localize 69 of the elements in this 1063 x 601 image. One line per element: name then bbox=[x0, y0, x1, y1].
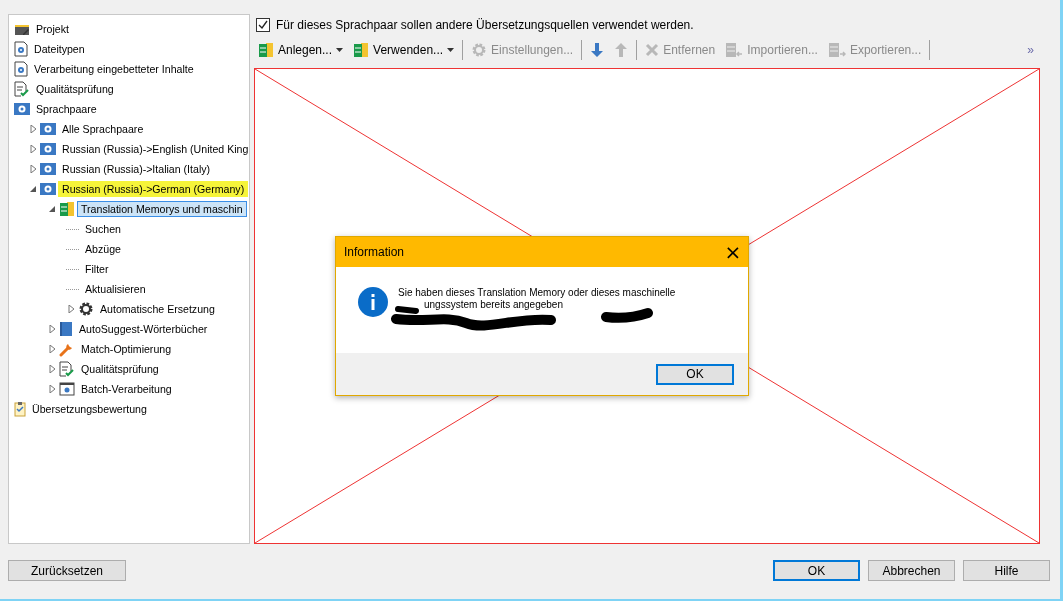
expand-arrow-icon[interactable] bbox=[30, 145, 37, 153]
collapse-arrow-icon[interactable] bbox=[30, 185, 37, 193]
gear-document-icon bbox=[14, 61, 28, 77]
tree-item[interactable]: Russian (Russia)->English (United King bbox=[58, 141, 253, 157]
x-mark-icon bbox=[645, 43, 660, 57]
reset-button[interactable]: Zurücksetzen bbox=[8, 560, 126, 581]
expand-arrow-icon[interactable] bbox=[68, 305, 75, 313]
database-arrow-icon bbox=[725, 42, 744, 58]
gear-icon bbox=[471, 42, 488, 58]
tree-item[interactable]: Filter bbox=[81, 261, 113, 277]
info-icon bbox=[358, 287, 388, 317]
wrench-icon bbox=[59, 341, 75, 357]
dialog-title: Information bbox=[344, 245, 406, 259]
caret-icon bbox=[447, 48, 455, 52]
toolbar-button[interactable]: Anlegen... bbox=[254, 40, 348, 60]
dialog-button[interactable]: Hilfe bbox=[963, 560, 1050, 581]
tree-item[interactable]: Russian (Russia)->German (Germany) bbox=[58, 181, 249, 197]
language-pair-icon bbox=[40, 163, 56, 175]
checked-document-icon bbox=[14, 81, 30, 97]
message-text: ungssystem bereits angegeben bbox=[423, 299, 564, 311]
expand-arrow-icon[interactable] bbox=[30, 165, 37, 173]
book-icon bbox=[59, 321, 73, 337]
tree-item[interactable]: Aktualisieren bbox=[81, 281, 150, 297]
tree-item[interactable]: Dateitypen bbox=[30, 41, 89, 57]
close-button[interactable]: × bbox=[718, 237, 748, 267]
gear-icon bbox=[78, 301, 94, 317]
dialog-button[interactable]: OK bbox=[773, 560, 860, 581]
tree-item[interactable]: Qualitätsprüfung bbox=[32, 81, 118, 97]
gear-document-icon bbox=[14, 41, 28, 57]
database-arrow-icon bbox=[827, 42, 846, 58]
arrow-up-icon bbox=[614, 42, 629, 58]
database-icon bbox=[258, 42, 274, 58]
expand-arrow-icon[interactable] bbox=[30, 125, 37, 133]
caret-icon bbox=[336, 48, 344, 52]
language-pair-icon bbox=[40, 143, 56, 155]
tree-item[interactable]: Verarbeitung eingebetteter Inhalte bbox=[30, 61, 198, 77]
language-pair-icon bbox=[40, 123, 56, 135]
message-text: Sie haben dieses Translation Memory oder dieses maschinelle bbox=[398, 287, 676, 299]
database-icon bbox=[59, 201, 75, 217]
tree-item[interactable]: Russian (Russia)->Italian (Italy) bbox=[58, 161, 215, 177]
ok-button[interactable]: OK bbox=[656, 363, 734, 385]
language-pair-icon bbox=[40, 183, 56, 195]
expand-arrow-icon[interactable] bbox=[49, 325, 56, 333]
tree-item[interactable]: Sprachpaare bbox=[32, 101, 101, 117]
database-icon bbox=[353, 42, 370, 58]
clipboard-icon bbox=[14, 401, 26, 417]
expand-arrow-icon[interactable] bbox=[49, 365, 56, 373]
tree-item[interactable]: Alle Sprachpaare bbox=[58, 121, 148, 137]
tree-item[interactable]: Abzüge bbox=[81, 241, 125, 257]
overflow-button[interactable]: » bbox=[1027, 43, 1040, 57]
expand-arrow-icon[interactable] bbox=[49, 345, 56, 353]
tree-item[interactable]: Qualitätsprüfung bbox=[77, 361, 163, 377]
tree-item[interactable]: Match-Optimierung bbox=[77, 341, 176, 357]
collapse-arrow-icon[interactable] bbox=[49, 205, 56, 213]
tree-item[interactable]: Suchen bbox=[81, 221, 125, 237]
checkbox-label: Für dieses Sprachpaar sollen andere Übersetzungsquellen verwendet werden. bbox=[276, 18, 694, 32]
checkbox[interactable] bbox=[256, 18, 270, 32]
tree-item[interactable]: Batch-Verarbeitung bbox=[77, 381, 176, 397]
toolbar-button[interactable]: Verwenden... bbox=[349, 40, 459, 60]
tree-item[interactable]: Übersetzungsbewertung bbox=[28, 401, 151, 417]
expand-arrow-icon[interactable] bbox=[49, 385, 56, 393]
checked-document-icon bbox=[59, 361, 75, 377]
tree-item[interactable]: AutoSuggest-Wörterbücher bbox=[75, 321, 212, 337]
tree-item[interactable]: Automatische Ersetzung bbox=[96, 301, 219, 317]
language-pair-icon bbox=[14, 103, 30, 115]
arrow-down-icon bbox=[590, 42, 605, 58]
tree-item[interactable]: Projekt bbox=[32, 21, 73, 37]
dialog-button[interactable]: Abbrechen bbox=[868, 560, 955, 581]
tree-item[interactable]: Translation Memorys und maschin bbox=[77, 201, 247, 217]
